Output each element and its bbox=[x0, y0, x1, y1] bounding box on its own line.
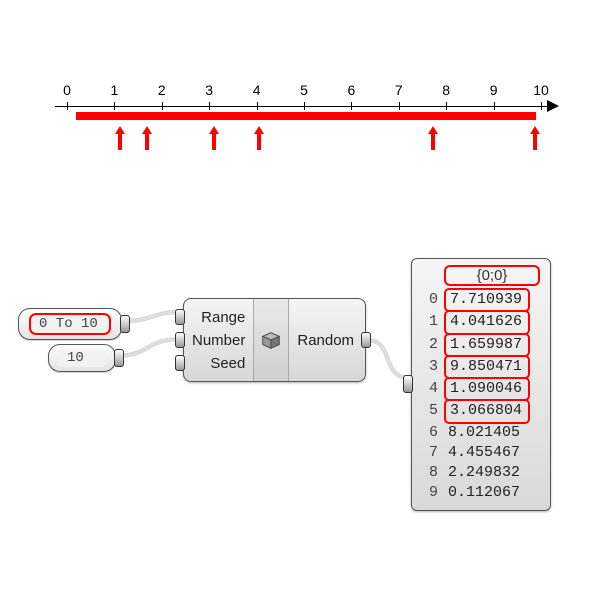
axis-tick-label: 3 bbox=[205, 82, 213, 98]
value-arrow-icon bbox=[529, 126, 539, 150]
component-icon-slot bbox=[254, 299, 288, 381]
output-row-value: 1.090046 bbox=[444, 377, 530, 401]
axis-tick bbox=[114, 102, 115, 110]
highlight-bar bbox=[76, 112, 536, 120]
axis-tick-label: 2 bbox=[158, 82, 166, 98]
output-row: 4 1.090046 bbox=[426, 378, 542, 400]
output-row-value: 9.850471 bbox=[444, 355, 530, 379]
axis-arrowhead-icon bbox=[547, 100, 559, 112]
output-row-value: 8.021405 bbox=[444, 423, 530, 443]
output-row: 1 4.041626 bbox=[426, 311, 542, 333]
output-row-value: 1.659987 bbox=[444, 333, 530, 357]
number-line: 012345678910 bbox=[55, 88, 553, 158]
output-row-index: 4 bbox=[426, 379, 438, 399]
output-row-index: 6 bbox=[426, 423, 438, 443]
axis-tick-label: 8 bbox=[442, 82, 450, 98]
output-row: 9 0.112067 bbox=[426, 483, 542, 503]
input-grip-icon[interactable] bbox=[403, 375, 413, 393]
output-row-value: 3.066804 bbox=[444, 399, 530, 423]
axis-tick-label: 9 bbox=[490, 82, 498, 98]
axis-tick bbox=[541, 102, 542, 110]
box-icon bbox=[260, 329, 282, 351]
axis-tick bbox=[446, 102, 447, 110]
axis-tick bbox=[257, 102, 258, 110]
range-input-value: 0 To 10 bbox=[29, 313, 111, 335]
output-grip-icon[interactable] bbox=[361, 332, 371, 348]
output-panel-header: {0;0} bbox=[444, 265, 540, 286]
count-input-panel[interactable]: 10 bbox=[48, 344, 116, 372]
axis-tick-label: 4 bbox=[253, 82, 261, 98]
output-row-value: 4.455467 bbox=[444, 443, 530, 463]
axis-tick bbox=[67, 102, 68, 110]
axis-tick-label: 10 bbox=[533, 82, 549, 98]
component-in-ports: Range Number Seed bbox=[184, 299, 254, 381]
port-label-range: Range bbox=[201, 309, 245, 326]
input-grip-icon[interactable] bbox=[175, 355, 185, 371]
output-row-index: 7 bbox=[426, 443, 438, 463]
value-arrow-icon bbox=[427, 126, 437, 150]
output-row: 0 7.710939 bbox=[426, 289, 542, 311]
count-input-value: 10 bbox=[59, 349, 105, 367]
axis-tick bbox=[399, 102, 400, 110]
value-arrow-icon bbox=[208, 126, 218, 150]
random-component[interactable]: Range Number Seed Random bbox=[183, 298, 366, 382]
value-arrow-icon bbox=[253, 126, 263, 150]
output-row-index: 0 bbox=[426, 290, 438, 310]
axis-tick bbox=[351, 102, 352, 110]
output-row-index: 2 bbox=[426, 335, 438, 355]
input-grip-icon[interactable] bbox=[175, 309, 185, 325]
axis-tick bbox=[304, 102, 305, 110]
output-row: 7 4.455467 bbox=[426, 443, 542, 463]
output-grip-icon[interactable] bbox=[120, 315, 130, 333]
axis-tick-label: 6 bbox=[347, 82, 355, 98]
value-arrow-icon bbox=[141, 126, 151, 150]
output-row: 5 3.066804 bbox=[426, 400, 542, 422]
output-row-index: 9 bbox=[426, 483, 438, 503]
axis-tick-label: 0 bbox=[63, 82, 71, 98]
output-row-value: 0.112067 bbox=[444, 483, 530, 503]
port-label-number: Number bbox=[192, 332, 245, 349]
axis-tick bbox=[162, 102, 163, 110]
output-row-index: 3 bbox=[426, 357, 438, 377]
axis-tick-label: 7 bbox=[395, 82, 403, 98]
output-row-index: 5 bbox=[426, 401, 438, 421]
axis-tick-label: 5 bbox=[300, 82, 308, 98]
output-row-value: 4.041626 bbox=[444, 310, 530, 334]
output-row: 2 1.659987 bbox=[426, 334, 542, 356]
output-row-index: 8 bbox=[426, 463, 438, 483]
output-grip-icon[interactable] bbox=[114, 349, 124, 367]
axis-tick bbox=[494, 102, 495, 110]
value-arrow-icon bbox=[114, 126, 124, 150]
output-row: 6 8.021405 bbox=[426, 423, 542, 443]
output-row-index: 1 bbox=[426, 312, 438, 332]
output-panel[interactable]: {0;0} 0 7.710939 1 4.041626 2 1.659987 3 9.8504… bbox=[411, 258, 551, 511]
node-canvas: 0 To 10 10 Range Number Seed Random {0;0… bbox=[0, 250, 600, 570]
range-input-panel[interactable]: 0 To 10 bbox=[18, 308, 122, 340]
component-out-ports: Random bbox=[288, 299, 362, 381]
output-row: 8 2.249832 bbox=[426, 463, 542, 483]
axis-tick bbox=[209, 102, 210, 110]
output-row-value: 2.249832 bbox=[444, 463, 530, 483]
port-label-random: Random bbox=[297, 332, 354, 349]
axis-tick-label: 1 bbox=[110, 82, 118, 98]
output-row: 3 9.850471 bbox=[426, 356, 542, 378]
input-grip-icon[interactable] bbox=[175, 332, 185, 348]
port-label-seed: Seed bbox=[210, 355, 245, 372]
output-row-value: 7.710939 bbox=[444, 288, 530, 312]
